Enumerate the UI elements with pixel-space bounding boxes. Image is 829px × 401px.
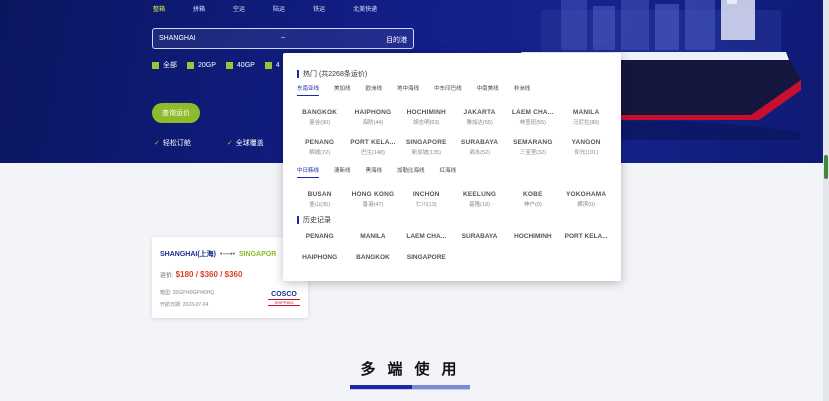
feature-item: ✓ 全球覆盖 [226, 140, 264, 147]
port-option[interactable]: INCHON 仁川(13) [400, 191, 453, 221]
port-option[interactable]: YOKOHAMA 横滨(0) [559, 191, 612, 221]
history-item[interactable]: LAEM CHA... [400, 233, 453, 254]
check-icon: ✓ [226, 140, 233, 147]
checkbox-icon[interactable] [152, 61, 159, 69]
history-item[interactable]: SINGAPORE [400, 254, 453, 275]
port-option[interactable]: PORT KELA... 巴生(148) [346, 139, 399, 169]
tab-caribbean[interactable]: 加勒比海线 [397, 166, 425, 178]
port-option[interactable]: KOBE 神户(0) [506, 191, 559, 221]
sail-date: 开航日期: 2023-07-04 [160, 302, 209, 308]
nav-item-fcl[interactable]: 整箱 [153, 4, 165, 13]
nav-item-rail[interactable]: 铁运 [313, 4, 325, 13]
destination-port-dropdown: 热门 (共2268条运价) 东南亚线 美加线 欧洲线 地中海线 中东印巴线 中南… [283, 53, 621, 281]
tab-latin-america[interactable]: 中南美线 [477, 84, 499, 96]
port-option[interactable]: HOCHIMINH 胡志明(63) [400, 109, 453, 139]
container-option-all[interactable]: 全部 [152, 60, 177, 70]
port-option[interactable]: YANGON 仰光(101) [559, 139, 612, 169]
carrier-logo: COSCO SHIPPING [268, 291, 300, 311]
transport-mode-nav: 整箱 拼箱 空运 陆运 铁运 北美快递 [153, 4, 405, 13]
hot-ports-heading: 热门 (共2268条运价) [297, 69, 367, 79]
checkbox-icon[interactable] [264, 61, 272, 69]
scrollbar-thumb[interactable] [824, 155, 828, 179]
tab-africa[interactable]: 非洲线 [514, 84, 531, 96]
route-separator: ~ [281, 35, 286, 42]
section-title-underline [350, 385, 470, 390]
tab-middle-east-india[interactable]: 中东印巴线 [434, 84, 462, 96]
query-rates-button[interactable]: 查询运价 [152, 103, 200, 123]
price-values: $180 / $360 / $360 [175, 270, 243, 279]
tab-black-sea[interactable]: 黑海线 [366, 166, 383, 178]
container-option-20gp[interactable]: 20GP [187, 60, 216, 70]
port-option[interactable]: KEELUNG 基隆(18) [453, 191, 506, 221]
port-option[interactable]: PENANG 槟城(72) [293, 139, 346, 169]
route-arrow-icon: •⟶• [220, 251, 235, 258]
history-item[interactable]: HOCHIMINH [506, 233, 559, 254]
feature-item: ✓ 轻松订舱 [154, 140, 191, 147]
port-option[interactable]: SURABAYA 泗水(52) [453, 139, 506, 169]
port-option[interactable]: SINGAPORE 新加坡(135) [400, 139, 453, 169]
port-grid-china-japan-korea: BUSAN 釜山(35) HONG KONG 香港(47) INCHON 仁川(13)… [293, 191, 613, 221]
price-row: 运价: $180 / $360 / $360 [160, 270, 242, 279]
container-option-40hq[interactable]: 4 [264, 60, 280, 70]
port-grid-southeast-asia: BANGKOK 曼谷(90) HAIPHONG 海防(44) HOCHIMINH 胡志… [293, 109, 613, 169]
checkbox-icon[interactable] [187, 61, 194, 69]
tab-mediterranean[interactable]: 地中海线 [397, 84, 419, 96]
price-label: 运价: [160, 273, 174, 279]
container-option-40gp[interactable]: 40GP [225, 60, 255, 70]
history-item[interactable]: PENANG [293, 233, 346, 254]
tab-us-canada[interactable]: 美加线 [334, 84, 351, 96]
container-type-filter: 全部 20GP 40GP 4 [152, 60, 290, 70]
tab-australia-nz[interactable]: 澳新线 [334, 166, 351, 178]
nav-item-land[interactable]: 陆运 [273, 4, 285, 13]
tab-red-sea[interactable]: 红海线 [440, 166, 457, 178]
port-option[interactable]: SEMARANG 三宝垄(32) [506, 139, 559, 169]
card-origin: SHANGHAI(上海) [160, 251, 216, 258]
tab-europe[interactable]: 欧洲线 [366, 84, 383, 96]
history-item[interactable]: MANILA [346, 233, 399, 254]
history-item[interactable]: HAIPHONG [293, 254, 346, 275]
region-tabs-secondary: 中日韩线 澳新线 黑海线 加勒比海线 红海线 [297, 166, 471, 178]
region-tabs: 东南亚线 美加线 欧洲线 地中海线 中东印巴线 中南美线 非洲线 [297, 84, 545, 96]
port-option[interactable]: LAEM CHA... 林查班(55) [506, 109, 559, 139]
nav-item-air[interactable]: 空运 [233, 4, 245, 13]
nav-item-na-express[interactable]: 北美快递 [353, 4, 377, 13]
history-item[interactable]: PORT KELA... [559, 233, 612, 254]
check-icon: ✓ [154, 140, 160, 147]
section-title: 多端使用 [360, 361, 469, 378]
history-item[interactable]: BANGKOK [346, 254, 399, 275]
route-title: SHANGHAI(上海) •⟶• SINGAPOR [160, 249, 276, 259]
nav-item-lcl[interactable]: 拼箱 [193, 4, 205, 13]
origin-port-input[interactable]: SHANGHAI [159, 35, 196, 42]
port-option[interactable]: HAIPHONG 海防(44) [346, 109, 399, 139]
port-option[interactable]: HONG KONG 香港(47) [346, 191, 399, 221]
page-scrollbar[interactable] [823, 0, 829, 401]
card-destination: SINGAPOR [238, 251, 277, 258]
destination-port-input[interactable]: 目的港 [386, 35, 407, 45]
tab-southeast-asia[interactable]: 东南亚线 [297, 84, 320, 96]
history-item[interactable]: SURABAYA [453, 233, 506, 254]
history-list: PENANG MANILA LAEM CHA... SURABAYA HOCHI… [293, 233, 613, 275]
history-heading: 历史记录 [297, 215, 331, 225]
checkbox-icon[interactable] [225, 61, 233, 69]
port-option[interactable]: MANILA 马尼拉(80) [559, 109, 612, 139]
box-types: 箱型: 20GP/40GP/40HQ [160, 290, 215, 296]
port-option[interactable]: BANGKOK 曼谷(90) [293, 109, 346, 139]
tab-china-japan-korea[interactable]: 中日韩线 [297, 166, 320, 178]
route-search-box[interactable]: SHANGHAI ~ 目的港 [152, 28, 414, 49]
port-option[interactable]: JAKARTA 雅加达(55) [453, 109, 506, 139]
